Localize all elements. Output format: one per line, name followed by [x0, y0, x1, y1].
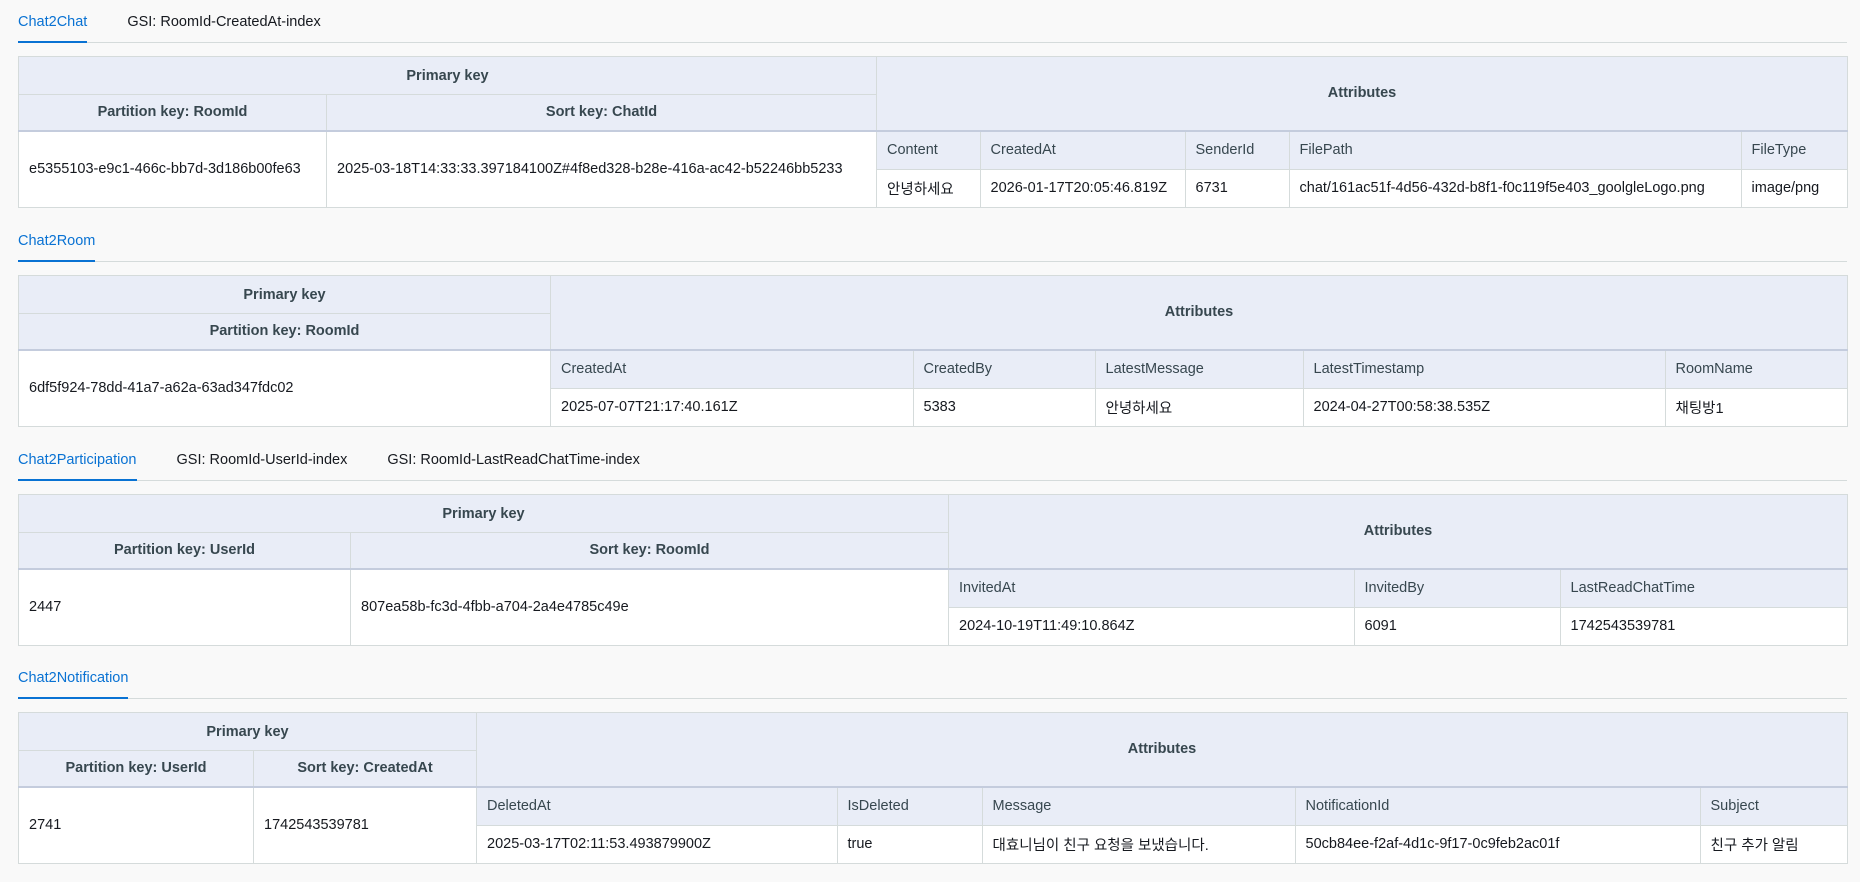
attributes-header: Attributes	[476, 712, 1849, 788]
attr-header-lastreadchattime: LastReadChatTime	[1559, 569, 1847, 608]
attr-header-filepath: FilePath	[1288, 131, 1742, 170]
attr-header-invitedat: InvitedAt	[949, 569, 1355, 608]
sort-key-header: Sort key: ChatId	[325, 94, 878, 132]
attr-header-message: Message	[981, 787, 1296, 826]
attr-header-roomname: RoomName	[1664, 350, 1847, 389]
partition-key-header: Partition key: UserId	[18, 750, 254, 788]
attr-value-createdat[interactable]: 2026-01-17T20:05:46.819Z	[979, 169, 1186, 207]
chat2chat-tabs: Chat2Chat GSI: RoomId-CreatedAt-index	[18, 0, 1847, 43]
sort-key-value[interactable]: 2025-03-18T14:33:33.397184100Z#4f8ed328-…	[325, 130, 878, 208]
tab-gsi-roomid-lastreadchattime-index[interactable]: GSI: RoomId-LastReadChatTime-index	[387, 438, 640, 480]
attr-value-senderid[interactable]: 6731	[1184, 169, 1290, 207]
page: Chat2Chat GSI: RoomId-CreatedAt-index Pri…	[0, 0, 1860, 882]
attr-value-filetype[interactable]: image/png	[1740, 169, 1847, 207]
attr-value-invitedat[interactable]: 2024-10-19T11:49:10.864Z	[950, 607, 1355, 644]
tab-chat2room[interactable]: Chat2Room	[18, 219, 96, 262]
attr-header-createdat: CreatedAt	[551, 350, 913, 389]
attributes-cell: DeletedAt IsDeleted Message Notification…	[476, 786, 1849, 864]
partition-key-header: Partition key: RoomId	[18, 313, 551, 351]
attr-value-isdeleted[interactable]: true	[836, 825, 983, 863]
attributes-table: InvitedAt InvitedBy LastReadChatTime 202…	[949, 569, 1847, 645]
chat2room-tabs: Chat2Room	[18, 219, 1847, 262]
chat2chat-table: Primary key Attributes Partition key: Ro…	[17, 56, 1849, 208]
sort-key-value[interactable]: 1742543539781	[252, 786, 478, 864]
attributes-cell: Content CreatedAt SenderId FilePath File…	[876, 130, 1849, 208]
partition-key-header: Partition key: RoomId	[18, 94, 327, 132]
primary-key-header: Primary key	[17, 494, 950, 533]
attr-value-notificationid[interactable]: 50cb84ee-f2af-4d1c-9f17-0c9feb2ac01f	[1294, 825, 1701, 863]
attr-header-createdby: CreatedBy	[912, 350, 1095, 389]
partition-key-value[interactable]: 6df5f924-78dd-41a7-a62a-63ad347fdc02	[18, 349, 551, 427]
attr-header-filetype: FileType	[1740, 131, 1847, 170]
attr-header-content: Content	[877, 131, 981, 170]
partition-key-value[interactable]: 2447	[18, 568, 351, 646]
attributes-table: Content CreatedAt SenderId FilePath File…	[877, 131, 1847, 207]
partition-key-header: Partition key: UserId	[18, 532, 351, 570]
attr-value-filepath[interactable]: chat/161ac51f-4d56-432d-b8f1-f0c119f5e40…	[1288, 169, 1742, 207]
attributes-header: Attributes	[550, 275, 1848, 351]
attr-value-message[interactable]: 대효니님이 친구 요청을 보냈습니다.	[981, 825, 1296, 863]
chat2participation-tabs: Chat2Participation GSI: RoomId-UserId-ind…	[18, 438, 1847, 481]
partition-key-value[interactable]: e5355103-e9c1-466c-bb7d-3d186b00fe63	[18, 130, 327, 208]
attr-value-latestmessage[interactable]: 안녕하세요	[1094, 388, 1303, 426]
attr-header-latesttimestamp: LatestTimestamp	[1302, 350, 1665, 389]
tab-gsi-roomid-createdat-index[interactable]: GSI: RoomId-CreatedAt-index	[127, 0, 320, 42]
attr-header-notificationid: NotificationId	[1294, 787, 1701, 826]
attr-header-invitedby: InvitedBy	[1353, 569, 1561, 608]
primary-key-header: Primary key	[17, 56, 878, 95]
tab-gsi-roomid-userid-index[interactable]: GSI: RoomId-UserId-index	[177, 438, 348, 480]
attr-value-invitedby[interactable]: 6091	[1353, 607, 1561, 645]
chat2room-table: Primary key Attributes Partition key: Ro…	[18, 275, 1848, 427]
attr-value-lastreadchattime[interactable]: 1742543539781	[1559, 607, 1847, 645]
chat2notification-table: Primary key Attributes Partition key: Us…	[17, 712, 1849, 864]
sort-key-header: Sort key: CreatedAt	[252, 750, 478, 788]
sort-key-value[interactable]: 807ea58b-fc3d-4fbb-a704-2a4e4785c49e	[349, 568, 950, 646]
tab-chat2participation[interactable]: Chat2Participation	[18, 438, 137, 481]
attr-value-deletedat[interactable]: 2025-03-17T02:11:53.493879900Z	[478, 825, 838, 862]
attributes-table: DeletedAt IsDeleted Message Notification…	[477, 787, 1847, 863]
tab-chat2chat[interactable]: Chat2Chat	[18, 0, 88, 43]
attr-header-isdeleted: IsDeleted	[836, 787, 983, 826]
attr-header-latestmessage: LatestMessage	[1094, 350, 1303, 389]
attributes-table: CreatedAt CreatedBy LatestMessage Latest…	[551, 350, 1847, 426]
attr-value-latesttimestamp[interactable]: 2024-04-27T00:58:38.535Z	[1302, 388, 1665, 426]
attributes-cell: InvitedAt InvitedBy LastReadChatTime 202…	[948, 568, 1849, 646]
sort-key-header: Sort key: RoomId	[349, 532, 950, 570]
primary-key-header: Primary key	[17, 712, 478, 751]
attr-header-deletedat: DeletedAt	[477, 787, 838, 826]
attr-header-createdat: CreatedAt	[979, 131, 1186, 170]
attr-value-roomname[interactable]: 채팅방1	[1664, 388, 1847, 426]
attr-header-senderid: SenderId	[1184, 131, 1290, 170]
attr-value-subject[interactable]: 친구 추가 알림	[1699, 825, 1847, 863]
partition-key-value[interactable]: 2741	[18, 786, 254, 864]
attributes-header: Attributes	[948, 494, 1849, 570]
attributes-header: Attributes	[876, 56, 1849, 132]
attr-header-subject: Subject	[1699, 787, 1847, 826]
chat2participation-table: Primary key Attributes Partition key: Us…	[17, 494, 1849, 646]
attr-value-content[interactable]: 안녕하세요	[878, 169, 981, 206]
attributes-cell: CreatedAt CreatedBy LatestMessage Latest…	[550, 349, 1848, 427]
attr-value-createdat[interactable]: 2025-07-07T21:17:40.161Z	[552, 388, 914, 425]
primary-key-header: Primary key	[18, 275, 551, 314]
chat2notification-tabs: Chat2Notification	[18, 656, 1847, 699]
tab-chat2notification[interactable]: Chat2Notification	[18, 656, 129, 699]
attr-value-createdby[interactable]: 5383	[912, 388, 1095, 426]
